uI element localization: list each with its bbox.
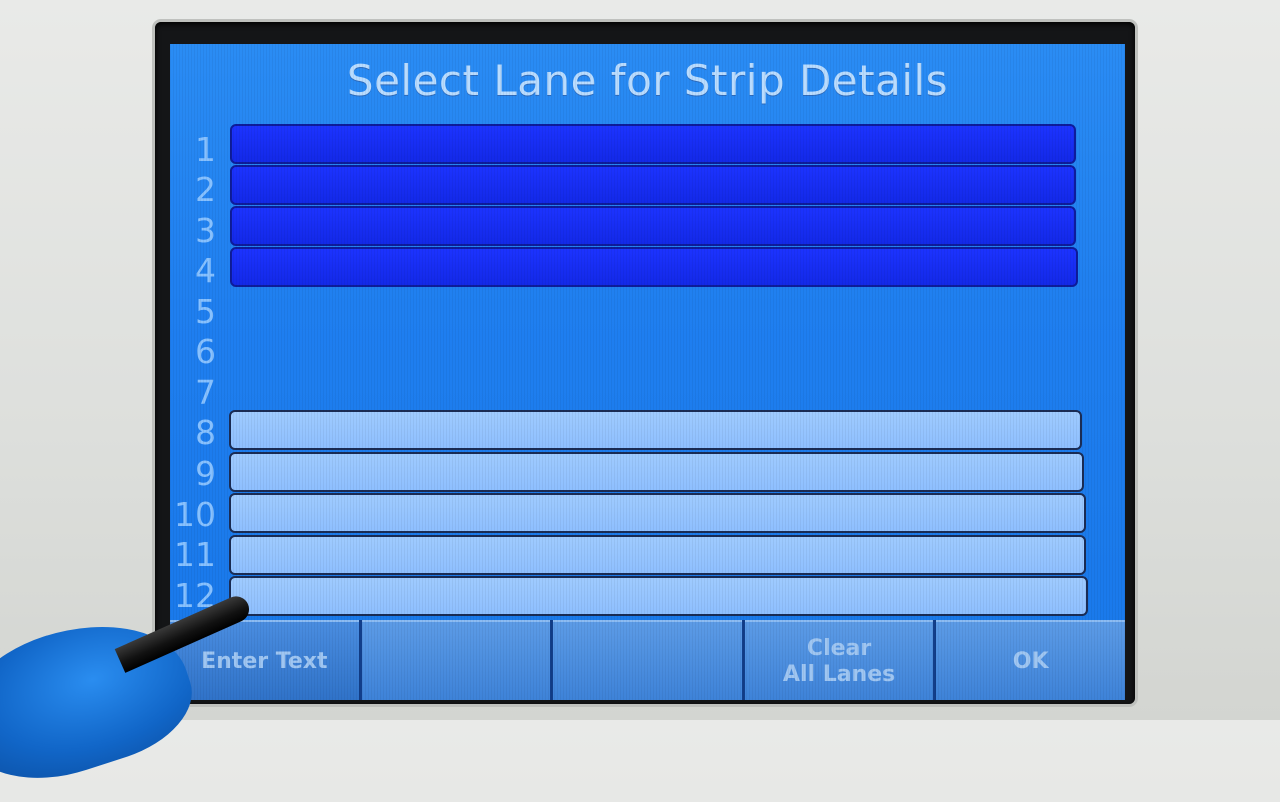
lane-bar-4[interactable] bbox=[230, 247, 1078, 287]
screen-title: Select Lane for Strip Details bbox=[346, 56, 949, 105]
softkey-blank-2[interactable] bbox=[361, 620, 551, 700]
touch-screen: Select Lane for Strip Details 1 2 3 4 5 … bbox=[170, 44, 1125, 700]
lane-bar-1[interactable] bbox=[230, 124, 1076, 164]
lane-bar-9[interactable] bbox=[229, 452, 1084, 492]
softkey-blank-3[interactable] bbox=[553, 620, 742, 700]
lane-number-3: 3 bbox=[195, 211, 216, 250]
lane-bar-3[interactable] bbox=[230, 206, 1076, 246]
lane-bar-12[interactable] bbox=[229, 576, 1088, 616]
lane-number-5: 5 bbox=[195, 292, 216, 331]
clear-all-lanes-button[interactable]: Clear All Lanes bbox=[744, 620, 934, 700]
lane-number-8: 8 bbox=[195, 413, 216, 452]
lane-number-2: 2 bbox=[195, 170, 216, 209]
ok-button[interactable]: OK bbox=[936, 620, 1125, 700]
lane-number-6: 6 bbox=[195, 332, 216, 371]
lane-number-4: 4 bbox=[195, 251, 216, 290]
lane-number-7: 7 bbox=[195, 373, 216, 412]
lane-bar-8[interactable] bbox=[229, 410, 1082, 450]
lane-number-1: 1 bbox=[195, 130, 216, 169]
lane-number-11: 11 bbox=[174, 535, 216, 574]
lane-number-10: 10 bbox=[174, 495, 216, 534]
lane-number-9: 9 bbox=[195, 454, 216, 493]
lane-bar-2[interactable] bbox=[230, 165, 1076, 205]
lane-bar-11[interactable] bbox=[229, 535, 1086, 575]
lane-bar-10[interactable] bbox=[229, 493, 1086, 533]
softkey-bar: Enter Text Clear All Lanes OK bbox=[170, 620, 1125, 700]
